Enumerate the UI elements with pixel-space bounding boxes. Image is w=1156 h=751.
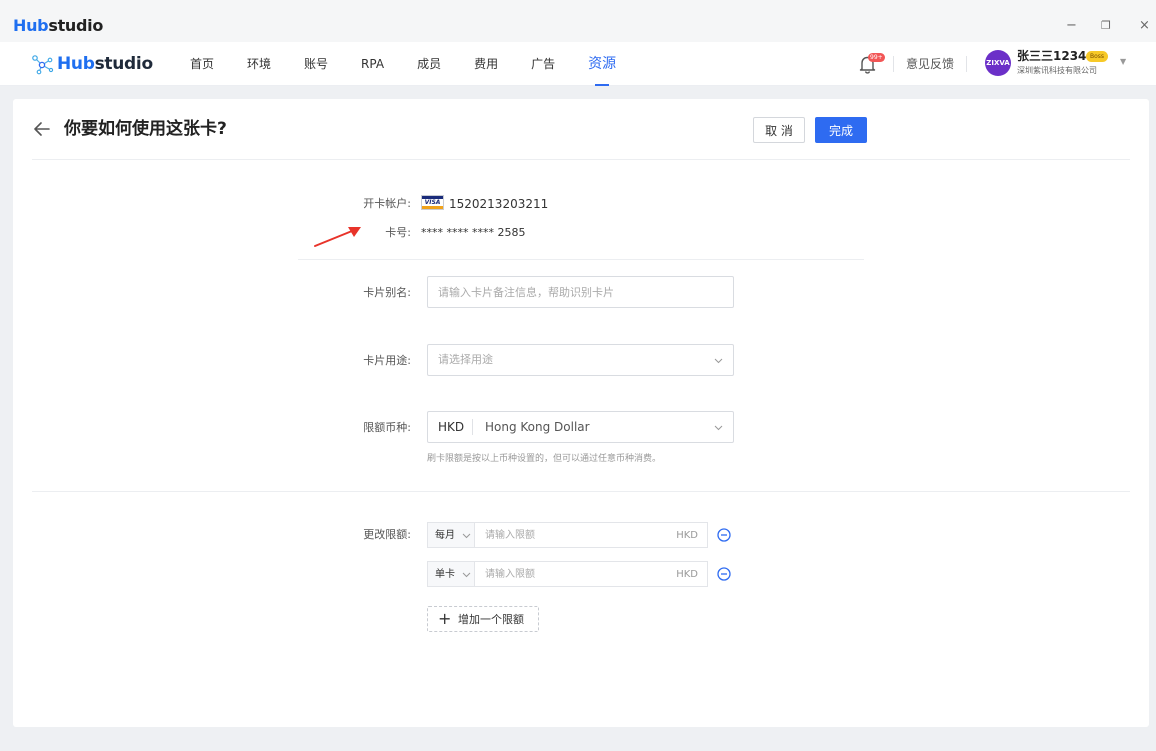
limit-period-label: 每月 bbox=[435, 530, 455, 541]
limit-period-select[interactable]: 每月 bbox=[427, 522, 475, 548]
minimize-icon[interactable]: − bbox=[1066, 18, 1077, 34]
nav-item-accounts[interactable]: 账号 bbox=[304, 42, 328, 86]
top-navigation: Hubstudio 首页 环境 账号 RPA 成员 费用 广告 资源 99+ 意… bbox=[0, 42, 1156, 86]
add-limit-button[interactable]: + 增加一个限额 bbox=[427, 606, 539, 632]
limit-unit: HKD bbox=[676, 530, 698, 541]
done-button[interactable]: 完成 bbox=[815, 117, 867, 143]
currency-name: Hong Kong Dollar bbox=[485, 420, 590, 434]
hubstudio-logo-icon bbox=[32, 55, 54, 75]
brand-text-studio: studio bbox=[94, 54, 154, 74]
main-panel: 你要如何使用这张卡? 取 消 完成 开卡帐户: VISA 15202132032… bbox=[13, 99, 1149, 727]
close-icon[interactable]: × bbox=[1139, 18, 1150, 34]
role-badge: Boss bbox=[1086, 51, 1109, 62]
nav-divider bbox=[893, 56, 894, 72]
brand-logo[interactable]: Hubstudio bbox=[31, 53, 153, 75]
usage-placeholder: 请选择用途 bbox=[438, 353, 493, 366]
restore-icon[interactable]: ❐ bbox=[1101, 18, 1111, 34]
account-value: 1520213203211 bbox=[449, 197, 549, 211]
currency-label: 限额币种: bbox=[363, 421, 411, 434]
account-label: 开卡帐户: bbox=[363, 197, 411, 210]
alias-field[interactable] bbox=[427, 276, 734, 308]
app-title-studio: studio bbox=[48, 16, 104, 35]
app-title-hub: Hub bbox=[13, 16, 49, 35]
remove-limit-icon[interactable] bbox=[717, 567, 731, 581]
nav-item-environment[interactable]: 环境 bbox=[247, 42, 271, 86]
nav-item-rpa[interactable]: RPA bbox=[361, 42, 384, 86]
nav-divider bbox=[966, 56, 967, 72]
caret-down-icon[interactable]: ▼ bbox=[1120, 57, 1126, 66]
main-menu: 首页 环境 账号 RPA 成员 费用 广告 资源 bbox=[190, 42, 649, 86]
limit-amount-field[interactable]: HKD bbox=[474, 522, 708, 548]
limit-period-label: 单卡 bbox=[435, 569, 455, 580]
nav-item-resources[interactable]: 资源 bbox=[588, 42, 616, 86]
currency-select[interactable]: HKD Hong Kong Dollar bbox=[427, 411, 734, 443]
user-company: 深圳紫讯科技有限公司 bbox=[1017, 66, 1097, 75]
card-number-value: **** **** **** 2585 bbox=[421, 226, 526, 239]
brand-text-hub: Hub bbox=[57, 54, 95, 74]
window-title-bar: Hubstudio − ❐ × bbox=[0, 0, 1156, 42]
usage-select[interactable]: 请选择用途 bbox=[427, 344, 734, 376]
add-limit-label: 增加一个限额 bbox=[458, 613, 524, 626]
header-divider bbox=[32, 159, 1130, 160]
nav-item-ads[interactable]: 广告 bbox=[531, 42, 555, 86]
brand-text: Hubstudio bbox=[57, 54, 153, 74]
limit-amount-field[interactable]: HKD bbox=[474, 561, 708, 587]
back-arrow-icon[interactable] bbox=[32, 119, 52, 139]
visa-card-icon: VISA bbox=[421, 195, 444, 210]
annotation-arrow-icon bbox=[314, 227, 361, 247]
limit-period-select[interactable]: 单卡 bbox=[427, 561, 475, 587]
nav-item-home[interactable]: 首页 bbox=[190, 42, 214, 86]
remove-limit-icon[interactable] bbox=[717, 528, 731, 542]
currency-code: HKD bbox=[438, 420, 465, 434]
user-name[interactable]: 张三三1234 bbox=[1017, 49, 1086, 64]
card-info-divider bbox=[298, 259, 864, 260]
currency-hint: 刷卡限额是按以上币种设置的，但可以通过任意币种消费。 bbox=[427, 454, 662, 464]
chevron-down-icon bbox=[462, 572, 471, 578]
avatar[interactable]: ZIXVA bbox=[985, 50, 1011, 76]
limits-label: 更改限额: bbox=[363, 528, 411, 541]
feedback-link[interactable]: 意见反馈 bbox=[906, 56, 954, 72]
limit-row: 每月 HKD bbox=[427, 522, 747, 548]
notification-badge: 99+ bbox=[868, 53, 885, 62]
limit-amount-input[interactable] bbox=[475, 523, 665, 548]
chevron-down-icon bbox=[714, 358, 723, 364]
limit-amount-input[interactable] bbox=[475, 562, 665, 587]
plus-icon: + bbox=[438, 609, 452, 628]
usage-label: 卡片用途: bbox=[363, 354, 411, 367]
limit-row: 单卡 HKD bbox=[427, 561, 747, 587]
chevron-down-icon bbox=[714, 425, 723, 431]
alias-input[interactable] bbox=[428, 277, 733, 307]
nav-item-billing[interactable]: 费用 bbox=[474, 42, 498, 86]
cancel-button[interactable]: 取 消 bbox=[753, 117, 805, 143]
alias-label: 卡片别名: bbox=[363, 286, 411, 299]
nav-item-members[interactable]: 成员 bbox=[417, 42, 441, 86]
visa-brand-text: VISA bbox=[424, 199, 441, 206]
app-title: Hubstudio bbox=[13, 16, 103, 36]
limit-unit: HKD bbox=[676, 569, 698, 580]
chevron-down-icon bbox=[462, 533, 471, 539]
section-divider bbox=[32, 491, 1130, 492]
page-title: 你要如何使用这张卡? bbox=[64, 119, 227, 139]
